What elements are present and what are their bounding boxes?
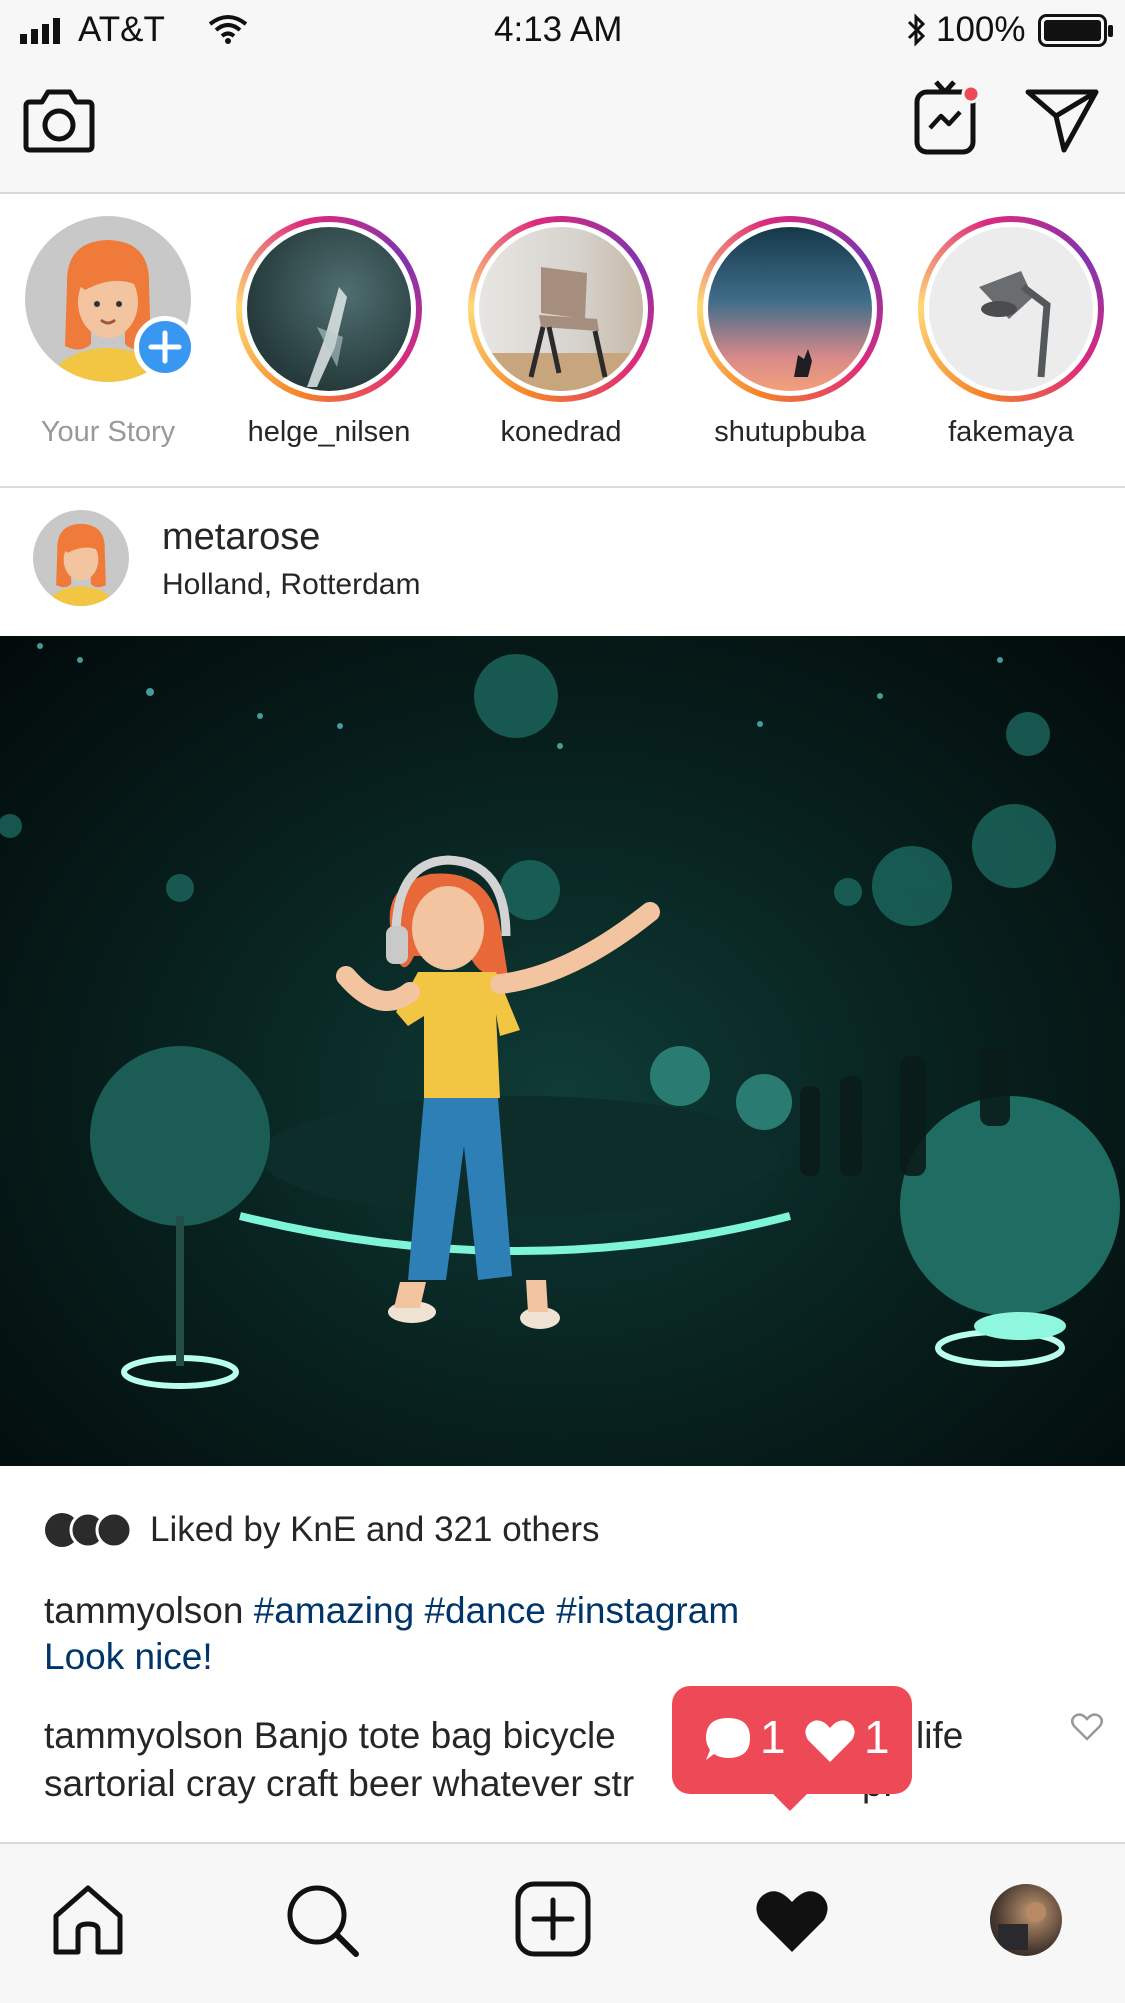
liked-by-avatars[interactable] [44,1510,134,1550]
post-header: metarose Holland, Rotterdam [0,488,1125,636]
bottom-tab-bar [0,1842,1125,2003]
search-icon[interactable] [284,1882,360,1958]
post-username[interactable]: metarose [162,516,320,559]
story-label: konedrad [500,416,622,448]
camera-icon[interactable] [20,88,98,156]
signal-icon [20,18,60,44]
post-avatar[interactable] [33,510,129,606]
clock: 4:13 AM [494,10,623,49]
profile-avatar[interactable] [990,1884,1062,1956]
bluetooth-icon [907,13,926,47]
likes-text[interactable]: Liked by KnE and 321 others [150,1510,599,1550]
activity-heart-icon[interactable] [752,1884,832,1956]
add-story-button[interactable] [134,316,196,378]
direct-icon[interactable] [1024,86,1100,154]
post-caption: tammyolson #amazing #dance #instagram Lo… [44,1588,1074,1680]
top-nav [0,62,1125,194]
story-thumbnail [479,227,643,391]
story-label: helge_nilsen [247,416,411,448]
battery-icon [1038,14,1113,47]
comment-icon [706,1718,750,1760]
heart-icon [805,1720,855,1762]
comment-like-icon[interactable] [1070,1712,1104,1742]
plus-icon [148,330,182,364]
status-bar: AT&T 4:13 AM 100% [0,0,1125,62]
comment-text-1b: life [916,1715,964,1756]
caption-link[interactable]: Look nice! [44,1636,213,1677]
carrier-label: AT&T [78,10,165,49]
battery-percent: 100% [936,10,1026,49]
notif-like-count: 1 [864,1711,890,1763]
comment-text-1a: Banjo tote bag bicycle [253,1715,616,1756]
story-thumbnail [929,227,1093,391]
story-label: Your Story [40,416,176,448]
igtv-icon[interactable] [912,78,982,158]
activity-notification[interactable]: 1 1 [672,1686,912,1811]
add-post-icon[interactable] [514,1880,592,1958]
comment-text-2a: sartorial cray craft beer whatever str [44,1763,635,1804]
story-thumbnail [708,227,872,391]
stories-tray: Your Story helge_nilsen konedrad shutupb… [0,194,1125,488]
caption-hashtags[interactable]: #amazing #dance #instagram [254,1590,739,1631]
home-icon[interactable] [50,1882,126,1958]
wifi-icon [208,15,248,44]
post-location[interactable]: Holland, Rotterdam [162,568,420,602]
comment-username[interactable]: tammyolson [44,1715,243,1756]
story-thumbnail [247,227,411,391]
post-image[interactable] [0,636,1125,1466]
notif-comment-count: 1 [760,1711,786,1763]
story-label: fakemaya [948,416,1074,448]
story-label: shutupbuba [714,416,866,448]
caption-username[interactable]: tammyolson [44,1590,243,1631]
